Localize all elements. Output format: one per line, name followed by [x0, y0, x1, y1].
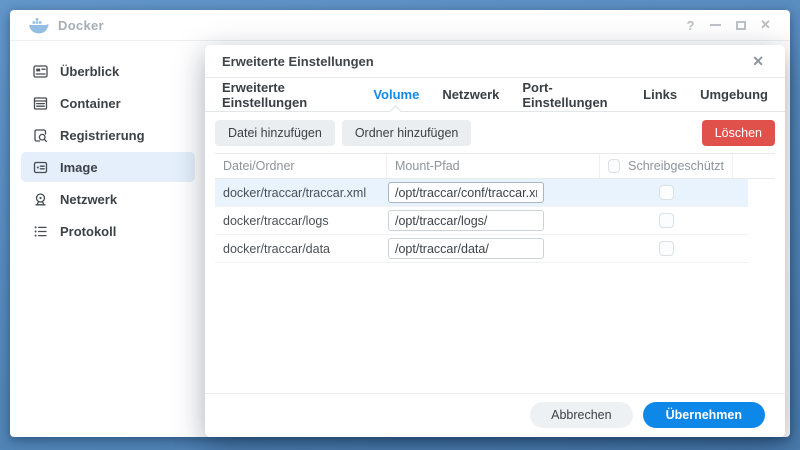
column-header-file[interactable]: Datei/Ordner — [215, 154, 387, 178]
file-path-cell: docker/traccar/logs — [215, 214, 387, 228]
mount-path-input[interactable] — [388, 182, 544, 203]
volume-table: Datei/Ordner Mount-Pfad Schreibgeschützt… — [215, 153, 775, 263]
sidebar-item-label: Überblick — [60, 64, 119, 79]
dialog-tabs: Erweiterte Einstellungen Volume Netzwerk… — [205, 78, 785, 112]
docker-whale-icon — [28, 17, 49, 34]
dialog-title: Erweiterte Einstellungen — [222, 54, 374, 69]
sidebar-item-label: Image — [60, 160, 98, 175]
mount-path-input[interactable] — [388, 210, 544, 231]
readonly-cell — [600, 185, 733, 200]
sidebar-item-image[interactable]: Image — [21, 152, 195, 182]
cancel-button[interactable]: Abbrechen — [530, 402, 632, 428]
table-header: Datei/Ordner Mount-Pfad Schreibgeschützt — [215, 153, 775, 179]
log-icon — [32, 223, 49, 240]
sidebar-item-label: Container — [60, 96, 121, 111]
readonly-checkbox[interactable] — [659, 185, 674, 200]
sidebar: Überblick Container Registrierung Image … — [10, 42, 206, 437]
table-row[interactable]: docker/traccar/logs — [215, 207, 748, 235]
table-row[interactable]: docker/traccar/traccar.xml — [215, 179, 748, 207]
help-icon[interactable]: ? — [678, 14, 703, 36]
column-header-mount[interactable]: Mount-Pfad — [387, 154, 600, 178]
tab-volume[interactable]: Volume — [373, 78, 419, 111]
table-row[interactable]: docker/traccar/data — [215, 235, 748, 263]
mount-path-cell — [387, 182, 600, 203]
mount-path-cell — [387, 238, 600, 259]
window-controls: ? ✕ — [678, 14, 790, 36]
close-icon[interactable]: ✕ — [753, 14, 778, 36]
delete-button[interactable]: Löschen — [702, 120, 775, 146]
readonly-checkbox[interactable] — [659, 213, 674, 228]
tab-umgebung[interactable]: Umgebung — [700, 78, 768, 111]
sidebar-item-label: Netzwerk — [60, 192, 117, 207]
file-path-cell: docker/traccar/traccar.xml — [215, 186, 387, 200]
readonly-cell — [600, 241, 733, 256]
apply-button[interactable]: Übernehmen — [643, 402, 765, 428]
volume-toolbar: Datei hinzufügen Ordner hinzufügen Lösch… — [215, 120, 775, 146]
mount-path-cell — [387, 210, 600, 231]
titlebar: Docker ? ✕ — [10, 10, 790, 41]
minimize-icon[interactable] — [703, 14, 728, 36]
tab-erweiterte-einstellungen[interactable]: Erweiterte Einstellungen — [222, 78, 350, 111]
column-header-gutter — [733, 154, 775, 178]
advanced-settings-dialog: Erweiterte Einstellungen ✕ Erweiterte Ei… — [205, 45, 785, 437]
file-path-cell: docker/traccar/data — [215, 242, 387, 256]
dialog-header: Erweiterte Einstellungen ✕ — [205, 45, 785, 78]
container-icon — [32, 95, 49, 112]
sidebar-item-label: Protokoll — [60, 224, 116, 239]
dialog-close-icon[interactable]: ✕ — [748, 51, 768, 72]
sidebar-item-label: Registrierung — [60, 128, 145, 143]
tab-port-einstellungen[interactable]: Port-Einstellungen — [522, 78, 620, 111]
sidebar-item-registrierung[interactable]: Registrierung — [21, 120, 195, 150]
image-icon — [32, 159, 49, 176]
column-header-readonly: Schreibgeschützt — [600, 154, 733, 178]
add-file-button[interactable]: Datei hinzufügen — [215, 120, 335, 146]
readonly-checkbox[interactable] — [659, 241, 674, 256]
network-icon — [32, 191, 49, 208]
tab-netzwerk[interactable]: Netzwerk — [442, 78, 499, 111]
sidebar-item-protokoll[interactable]: Protokoll — [21, 216, 195, 246]
add-folder-button[interactable]: Ordner hinzufügen — [342, 120, 472, 146]
app-title: Docker — [58, 18, 104, 33]
dialog-footer: Abbrechen Übernehmen — [205, 393, 785, 437]
sidebar-item-container[interactable]: Container — [21, 88, 195, 118]
overview-icon — [32, 63, 49, 80]
tab-links[interactable]: Links — [643, 78, 677, 111]
readonly-cell — [600, 213, 733, 228]
readonly-select-all-checkbox[interactable] — [608, 159, 620, 173]
sidebar-item-netzwerk[interactable]: Netzwerk — [21, 184, 195, 214]
maximize-icon[interactable] — [728, 14, 753, 36]
sidebar-item-ueberblick[interactable]: Überblick — [21, 56, 195, 86]
mount-path-input[interactable] — [388, 238, 544, 259]
registry-icon — [32, 127, 49, 144]
